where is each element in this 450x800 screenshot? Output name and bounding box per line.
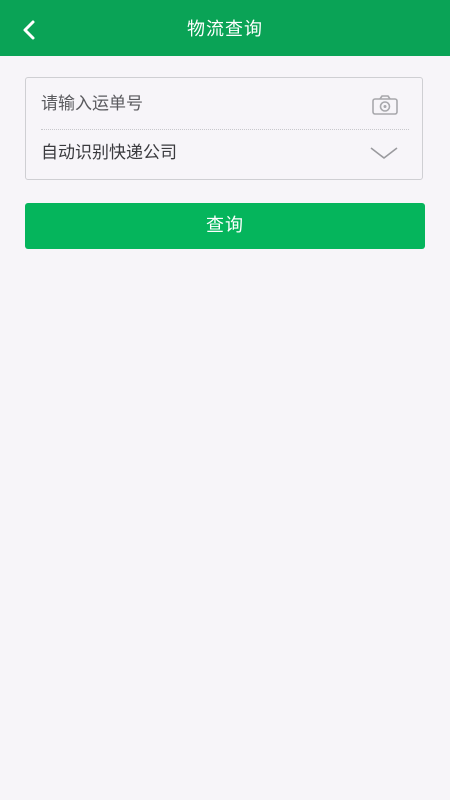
app-header: 物流查询	[0, 0, 450, 56]
tracking-number-input[interactable]	[41, 78, 361, 129]
page-title: 物流查询	[187, 19, 263, 40]
courier-company-row: 自动识别快递公司	[41, 130, 409, 181]
tracking-form: 自动识别快递公司	[25, 77, 423, 180]
scan-button[interactable]	[371, 94, 399, 116]
tracking-number-row	[41, 78, 409, 130]
dropdown-toggle[interactable]	[369, 143, 399, 163]
camera-icon	[372, 95, 398, 115]
courier-company-label: 自动识别快递公司	[41, 143, 177, 163]
query-button[interactable]: 查询	[25, 203, 425, 249]
chevron-down-icon	[370, 147, 398, 159]
